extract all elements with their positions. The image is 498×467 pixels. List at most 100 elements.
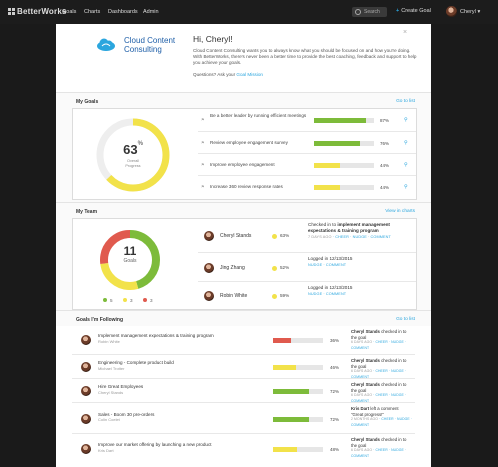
pin-icon[interactable]: ⚲: [404, 140, 408, 146]
member-status-dot: [272, 265, 277, 271]
followed-goal-progress-fill: [273, 447, 297, 452]
team-legend-item: 5: [103, 298, 113, 303]
activity-meta: 7 DAYS AGO · CHEER · NUDGE · COMMENT: [308, 235, 391, 239]
followed-goal-owner: Michael Trotter: [98, 365, 125, 371]
followed-goal-progress-bar: [273, 365, 323, 370]
member-status-dot: [272, 233, 277, 239]
pin-icon[interactable]: ⚲: [404, 162, 408, 168]
team-goal-count: 11: [123, 244, 137, 258]
activity-meta: 6 DAYS AGO · CHEER · NUDGE · COMMENT: [351, 340, 407, 350]
goal-progress-fill: [314, 163, 341, 168]
activity-meta: 6 DAYS AGO · CHEER · NUDGE · COMMENT: [351, 448, 407, 458]
nav-goals[interactable]: Goals: [62, 9, 76, 15]
following-go-to-list[interactable]: Go to list: [396, 317, 415, 322]
goal-row[interactable]: ⚑ Review employee engagement survey 76% ⚲: [198, 131, 416, 154]
welcome-question: Questions? Ask your Goal Mission: [193, 72, 263, 77]
activity-actor[interactable]: Kris Dart: [351, 406, 369, 411]
goal-progress-fill: [314, 118, 367, 123]
owner-avatar: [81, 362, 91, 372]
member-status-dot: [272, 294, 277, 299]
member-progress-pct: 59%: [280, 293, 290, 298]
member-name: Jing Zhang: [220, 264, 245, 271]
goal-progress-bar: [314, 185, 374, 190]
followed-goal-row[interactable]: Improve our market offering by launching…: [72, 433, 415, 464]
betterworks-logo[interactable]: BetterWorks: [8, 7, 67, 16]
top-navigation-bar: BetterWorks Goals Charts Dashboards Admi…: [0, 0, 498, 24]
activity-date: 6 DAYS AGO: [351, 448, 373, 452]
goal-row[interactable]: ⚑ Be a better leader by running efficient…: [198, 109, 416, 131]
team-member-row[interactable]: Jing Zhang 52% Logged in 12/13/2015 NUDGE ·…: [198, 252, 416, 282]
activity-date: 7 DAYS AGO: [308, 235, 332, 239]
team-member-row[interactable]: Robin White 59% Logged in 12/13/2015 NUDGE …: [198, 281, 416, 310]
goal-progress-pct: 44%: [380, 163, 390, 168]
my-goals-go-to-list[interactable]: Go to list: [396, 99, 415, 104]
overall-label-2: Progress: [125, 163, 141, 168]
welcome-greeting: Hi, Cheryl!: [193, 34, 233, 44]
activity-date: 6 DAYS AGO: [351, 369, 373, 373]
logo-grid-icon: [8, 8, 15, 15]
pin-icon[interactable]: ⚲: [404, 117, 408, 123]
team-member-row[interactable]: Cheryl Stands 63% Checked in to implement …: [198, 219, 416, 252]
search-icon: [355, 9, 361, 15]
activity-meta: NUDGE · COMMENT: [308, 291, 418, 297]
plus-icon: +: [396, 8, 400, 14]
user-menu[interactable]: Cheryl ▾: [460, 9, 480, 15]
nav-dashboards[interactable]: Dashboards: [108, 9, 138, 15]
activity-actions[interactable]: NUDGE · COMMENT: [308, 292, 346, 296]
owner-avatar: [81, 413, 91, 424]
member-avatar: [204, 291, 214, 301]
goal-type-icon: ⚑: [201, 184, 205, 189]
followed-goal: Hire Great Employees Cheryl Stands: [98, 384, 238, 395]
team-legend-dot: [123, 298, 127, 302]
activity-actor[interactable]: Cheryl Stands: [351, 437, 380, 442]
followed-goal-row[interactable]: Hire Great Employees Cheryl Stands 72% Cher…: [72, 378, 415, 403]
goal-name: Improve employee engagement: [210, 162, 275, 167]
goal-type-icon: ⚑: [201, 140, 205, 145]
goal-mission-link[interactable]: Goal Mission: [236, 72, 263, 77]
company-name-line2: Consulting: [124, 45, 162, 54]
user-name: Cheryl: [460, 9, 476, 15]
welcome-body: Cloud Content Consulting wants you to al…: [193, 48, 417, 65]
member-activity: Logged in 12/13/2015 NUDGE · COMMENT: [308, 256, 418, 268]
followed-goal-owner: Cheryl Stands: [98, 389, 124, 395]
followed-goal-progress-bar: [273, 447, 323, 452]
activity-actions[interactable]: NUDGE · COMMENT: [308, 263, 346, 267]
activity-actor[interactable]: Cheryl Stands: [351, 329, 380, 334]
followed-goal-row[interactable]: Sales - Boom 30 pre-orders Colin Coelet 72…: [72, 402, 415, 434]
followed-goal-row[interactable]: Implement management expectations & trai…: [72, 326, 415, 354]
create-goal-button[interactable]: + Create Goal: [396, 8, 431, 14]
nav-admin[interactable]: Admin: [143, 9, 159, 15]
followed-goal-pct: 46%: [330, 365, 340, 370]
goal-name: Review employee engagement survey: [210, 140, 288, 145]
pin-icon[interactable]: ⚲: [404, 184, 408, 190]
close-icon[interactable]: ×: [403, 29, 407, 36]
activity-actions[interactable]: CHEER · NUDGE · COMMENT: [335, 235, 391, 239]
followed-goal-pct: 48%: [330, 447, 340, 452]
member-progress-pct: 63%: [280, 232, 290, 238]
activity-meta: NUDGE · COMMENT: [308, 262, 418, 268]
cloud-logo-icon: [97, 38, 115, 51]
goal-progress-fill: [314, 185, 341, 190]
company-name-line1: Cloud Content: [124, 36, 176, 45]
activity-actor[interactable]: Cheryl Stands: [351, 358, 380, 363]
member-avatar: [204, 230, 214, 241]
activity-date: 6 DAYS AGO: [351, 393, 373, 397]
owner-avatar: [81, 444, 91, 454]
dashboard-page: Cloud Content Consulting Hi, Cheryl! Clou…: [56, 24, 431, 467]
following-section: Goals I'm Following Go to list Implement…: [56, 310, 431, 467]
goal-row[interactable]: ⚑ Increase 360 review response rates 44% ⚲: [198, 175, 416, 198]
goal-row[interactable]: ⚑ Improve employee engagement 44% ⚲: [198, 153, 416, 176]
nav-charts[interactable]: Charts: [84, 9, 100, 15]
following-list: Implement management expectations & trai…: [56, 326, 431, 467]
search-input[interactable]: Search: [352, 7, 387, 17]
team-goal-count-label: Goals: [123, 258, 137, 264]
user-avatar[interactable]: [446, 6, 457, 17]
activity-actor[interactable]: Cheryl Stands: [351, 382, 380, 387]
owner-avatar: [81, 335, 91, 345]
view-in-charts-link[interactable]: View in charts: [385, 209, 415, 214]
followed-goal-owner: Colin Coelet: [98, 417, 120, 422]
search-placeholder: Search: [364, 9, 380, 15]
activity-date: 2 MONTHS AGO: [351, 417, 379, 421]
activity-meta: 2 MONTHS AGO · CHEER · NUDGE · COMMENT: [351, 417, 413, 427]
followed-goal-row[interactable]: Engineering - Complete product build Mich…: [72, 354, 415, 379]
